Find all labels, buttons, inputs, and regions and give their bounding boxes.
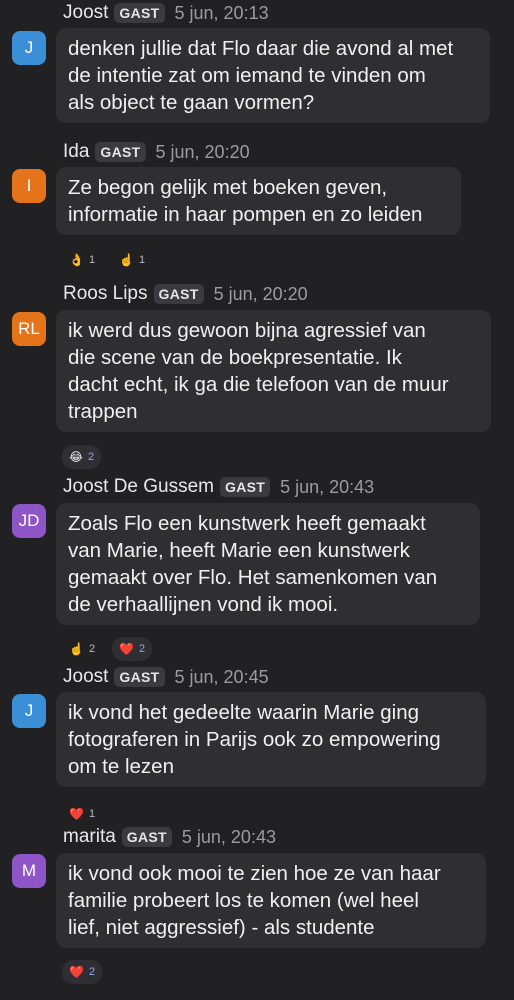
reaction-chip[interactable]: 😂 2 — [62, 445, 102, 469]
message-header: Joost GAST 5 jun, 20:45 — [63, 665, 269, 689]
message-bubble[interactable]: ik vond ook mooi te zien hoe ze van haar… — [56, 853, 486, 948]
message-text-line: familie probeert los te komen (wel heel — [68, 889, 419, 912]
reaction-chip[interactable]: ❤️ 1 — [62, 802, 102, 826]
timestamp: 5 jun, 20:20 — [155, 141, 250, 162]
message-header: Joost De Gussem GAST 5 jun, 20:43 — [63, 475, 374, 499]
reaction-bar: 😂 2 — [62, 445, 102, 469]
reaction-bar: ☝️ 2 ❤️ 2 — [62, 637, 153, 661]
reaction-count: 2 — [139, 643, 146, 655]
reaction-chip[interactable]: 👌 1 — [62, 248, 102, 272]
message-bubble[interactable]: ik werd dus gewoon bijna agressief van di… — [56, 310, 491, 432]
guest-badge: GAST — [114, 667, 165, 687]
author-name[interactable]: Roos Lips — [63, 283, 148, 305]
author-name[interactable]: Joost — [63, 2, 108, 24]
message-text-line: als object te gaan vormen? — [68, 91, 315, 114]
timestamp: 5 jun, 20:20 — [213, 283, 308, 304]
heart-icon: ❤️ — [69, 965, 84, 979]
guest-badge: GAST — [121, 827, 172, 847]
message-text-line: ik vond ook mooi te zien hoe ze van haar — [68, 862, 441, 885]
message-header: Ida GAST 5 jun, 20:20 — [63, 140, 250, 164]
message-text-line: de intentie zat om iemand te vinden om — [68, 64, 426, 87]
reaction-bar: 👌 1 ☝️ 1 — [62, 248, 152, 272]
reaction-count: 2 — [88, 966, 96, 978]
author-name[interactable]: Ida — [63, 141, 89, 163]
message-text-line: van Marie, heeft Marie een kunstwerk — [68, 539, 410, 562]
reaction-chip[interactable]: ☝️ 2 — [62, 637, 102, 661]
reaction-count: 1 — [88, 254, 96, 266]
message-header: Roos Lips GAST 5 jun, 20:20 — [63, 282, 308, 306]
message-bubble[interactable]: Zoals Flo een kunstwerk heeft gemaakt van… — [56, 503, 480, 625]
timestamp: 5 jun, 20:13 — [174, 2, 269, 23]
reaction-chip[interactable]: ☝️ 1 — [112, 248, 152, 272]
avatar[interactable]: RL — [12, 312, 46, 346]
message-text-line: de verhaallijnen vond ik mooi. — [68, 593, 339, 616]
avatar[interactable]: I — [12, 169, 46, 203]
message-text-line: Zoals Flo een kunstwerk heeft gemaakt — [68, 512, 426, 535]
reaction-count: 1 — [139, 254, 146, 266]
reaction-bar: ❤️ 2 — [62, 960, 103, 984]
avatar[interactable]: JD — [12, 504, 46, 538]
avatar[interactable]: J — [12, 694, 46, 728]
message-text-line: gemaakt over Flo. Het samenkomen van — [68, 566, 438, 589]
message-text-line: ik vond het gedeelte waarin Marie ging — [68, 701, 419, 724]
message-text-line: trappen — [68, 400, 138, 423]
author-name[interactable]: Joost De Gussem — [63, 476, 214, 498]
guest-badge: GAST — [220, 477, 271, 497]
message-text-line: ik werd dus gewoon bijna agressief van — [68, 319, 426, 342]
message-text-line: lief, niet aggressief) - als studente — [68, 916, 375, 939]
message-text-line: om te lezen — [68, 755, 174, 778]
guest-badge: GAST — [95, 142, 146, 162]
message-header: Joost GAST 5 jun, 20:13 — [63, 1, 269, 25]
timestamp: 5 jun, 20:45 — [174, 666, 269, 687]
reaction-chip[interactable]: ❤️ 2 — [62, 960, 103, 984]
guest-badge: GAST — [153, 284, 204, 304]
timestamp: 5 jun, 20:43 — [181, 826, 276, 847]
guest-badge: GAST — [114, 3, 165, 23]
message-text-line: fotograferen in Parijs ook zo empowering — [68, 728, 441, 751]
chat-thread: J Joost GAST 5 jun, 20:13 denken jullie dat … — [0, 0, 514, 1000]
reaction-count: 2 — [88, 451, 95, 463]
message-text-line: denken jullie dat Flo daar die avond al … — [68, 37, 454, 60]
message-bubble[interactable]: denken jullie dat Flo daar die avond al … — [56, 28, 490, 123]
laughing-face-icon: 😂 — [69, 450, 84, 464]
message-header: marita GAST 5 jun, 20:43 — [63, 825, 276, 849]
message-text-line: die scene van de boekpresentatie. Ik — [68, 346, 402, 369]
timestamp: 5 jun, 20:43 — [280, 476, 375, 497]
pointing-up-icon: ☝️ — [119, 253, 135, 267]
reaction-count: 1 — [88, 808, 96, 820]
author-name[interactable]: marita — [63, 826, 116, 848]
message-text-line: Ze begon gelijk met boeken geven, — [68, 176, 388, 199]
message-bubble[interactable]: Ze begon gelijk met boeken geven, informa… — [56, 167, 461, 235]
author-name[interactable]: Joost — [63, 666, 108, 688]
heart-icon: ❤️ — [69, 807, 84, 821]
message-text-line: dacht echt, ik ga die telefoon van de mu… — [68, 373, 449, 396]
heart-icon: ❤️ — [119, 642, 135, 656]
reaction-chip[interactable]: ❤️ 2 — [112, 637, 153, 661]
ok-hand-icon: 👌 — [69, 253, 84, 267]
avatar[interactable]: J — [12, 31, 46, 65]
avatar[interactable]: M — [12, 854, 46, 888]
reaction-bar: ❤️ 1 — [62, 802, 102, 826]
message-text-line: informatie in haar pompen en zo leiden — [68, 203, 423, 226]
message-bubble[interactable]: ik vond het gedeelte waarin Marie ging fo… — [56, 692, 486, 787]
reaction-count: 2 — [88, 643, 96, 655]
pointing-up-icon: ☝️ — [69, 642, 84, 656]
